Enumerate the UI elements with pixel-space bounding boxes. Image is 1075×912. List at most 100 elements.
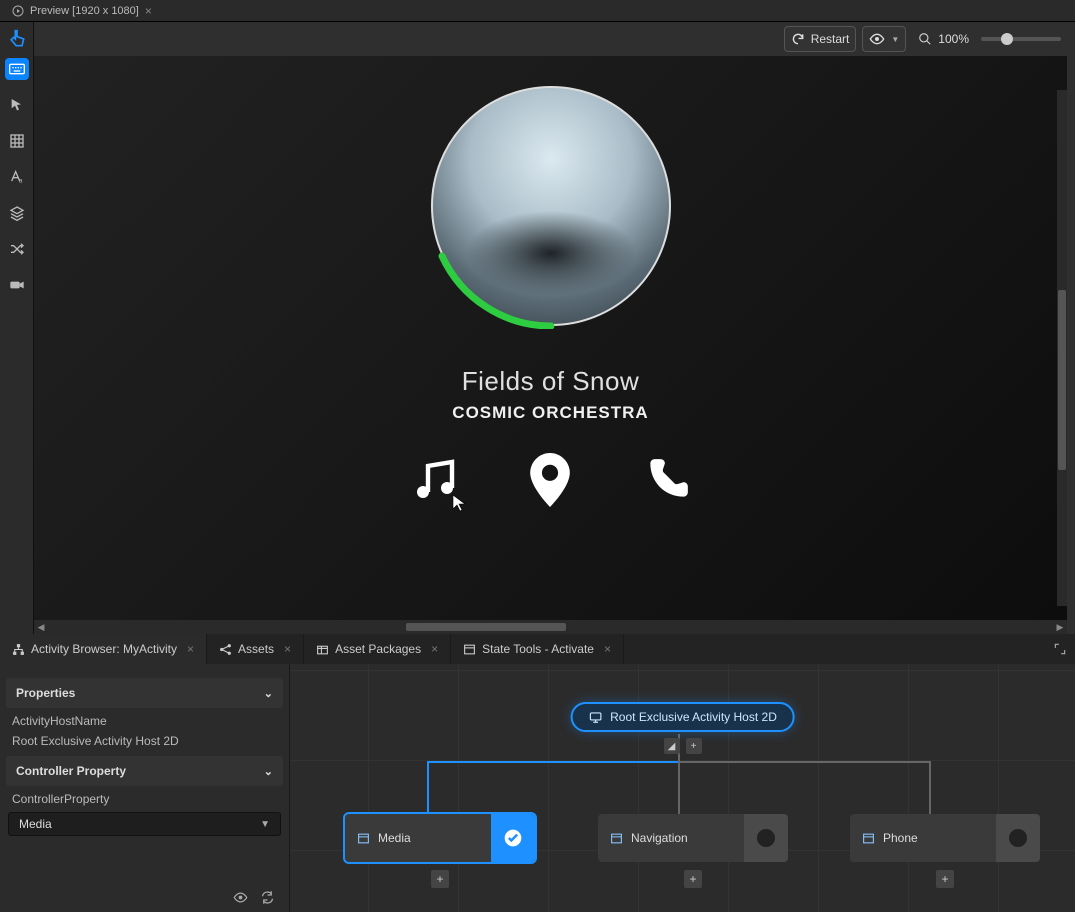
hostname-label: ActivityHostName (0, 708, 289, 728)
track-artist: COSMIC ORCHESTRA (452, 403, 648, 423)
activity-graph[interactable]: Root Exclusive Activity Host 2D ◢ + Medi… (290, 664, 1075, 912)
root-node[interactable]: Root Exclusive Activity Host 2D (570, 702, 795, 732)
svg-text:a: a (19, 178, 23, 184)
phone-icon[interactable] (642, 455, 692, 508)
window-icon (357, 832, 370, 845)
tab-assets[interactable]: Assets × (207, 634, 304, 664)
restart-button[interactable]: Restart (784, 26, 857, 52)
close-icon[interactable]: × (187, 642, 194, 656)
tab-label: State Tools - Activate (482, 642, 594, 656)
properties-header[interactable]: Properties ⌄ (6, 678, 283, 708)
collapse-handle[interactable]: ◢ (664, 738, 680, 754)
graph-node-media[interactable]: Media (345, 814, 535, 862)
properties-title: Properties (16, 686, 75, 700)
music-icon[interactable] (410, 456, 458, 507)
add-handle[interactable]: + (686, 738, 702, 754)
close-icon[interactable]: × (145, 4, 152, 18)
tab-activity-browser[interactable]: Activity Browser: MyActivity × (0, 634, 207, 664)
tab-state-tools[interactable]: State Tools - Activate × (451, 634, 624, 664)
horizontal-scrollbar[interactable]: ◀ ▶ (34, 620, 1067, 634)
node-status (996, 814, 1040, 862)
hostname-value: Root Exclusive Activity Host 2D (0, 728, 289, 748)
touch-tool-icon[interactable] (6, 28, 28, 50)
restart-label: Restart (811, 32, 850, 46)
zoom-value: 100% (938, 32, 969, 46)
controller-label: ControllerProperty (0, 786, 289, 806)
bottom-tab-bar: Activity Browser: MyActivity × Assets × … (0, 634, 1075, 664)
tree-icon (12, 643, 25, 656)
zoom-icon[interactable] (918, 32, 932, 46)
preview-tab[interactable]: Preview [1920 x 1080] × (4, 2, 160, 20)
visibility-button[interactable]: ▼ (862, 26, 906, 52)
controller-property-title: Controller Property (16, 764, 126, 778)
window-icon (463, 643, 476, 656)
expand-panel-icon[interactable] (1045, 634, 1075, 664)
controller-value: Media (19, 817, 52, 831)
sync-icon[interactable] (260, 890, 275, 905)
location-icon[interactable] (528, 453, 572, 510)
window-icon (610, 832, 623, 845)
node-status (491, 814, 535, 862)
zoom-slider[interactable] (981, 37, 1061, 41)
node-status (744, 814, 788, 862)
close-icon[interactable]: × (284, 642, 291, 656)
preview-tab-label: Preview [1920 x 1080] (30, 5, 139, 17)
refresh-icon (791, 32, 805, 46)
graph-node-phone[interactable]: Phone (850, 814, 1040, 862)
add-child-phone[interactable]: + (936, 870, 954, 888)
eye-icon[interactable] (233, 890, 248, 905)
grid-tool-icon[interactable] (6, 130, 28, 152)
chevron-down-icon: ⌄ (264, 687, 273, 700)
preview-toolbar: Restart ▼ 100% (34, 22, 1075, 56)
close-icon[interactable]: × (431, 642, 438, 656)
eye-icon (869, 31, 885, 47)
share-icon (219, 643, 232, 656)
graph-node-navigation[interactable]: Navigation (598, 814, 788, 862)
controller-value-select[interactable]: Media ▼ (8, 812, 281, 836)
zoom-slider-knob[interactable] (1001, 33, 1013, 45)
layers-tool-icon[interactable] (6, 202, 28, 224)
root-node-label: Root Exclusive Activity Host 2D (610, 710, 777, 724)
text-tool-icon[interactable]: a (6, 166, 28, 188)
chevron-down-icon: ▼ (260, 819, 270, 830)
controller-property-header[interactable]: Controller Property ⌄ (6, 756, 283, 786)
bottom-body: Properties ⌄ ActivityHostName Root Exclu… (0, 664, 1075, 912)
chevron-down-icon: ⌄ (264, 765, 273, 778)
add-child-media[interactable]: + (431, 870, 449, 888)
node-label: Phone (883, 831, 918, 845)
close-icon[interactable]: × (604, 642, 611, 656)
tab-strip: Preview [1920 x 1080] × (0, 0, 1075, 22)
canvas-content: Fields of Snow COSMIC ORCHESTRA (34, 56, 1067, 620)
root-handles: ◢ + (664, 738, 702, 754)
host-icon (588, 710, 602, 724)
window-icon (862, 832, 875, 845)
properties-footer (0, 882, 289, 912)
preview-canvas[interactable]: Fields of Snow COSMIC ORCHESTRA (34, 56, 1067, 620)
node-label: Media (378, 831, 411, 845)
camera-tool-icon[interactable] (6, 274, 28, 296)
tab-label: Assets (238, 642, 274, 656)
scroll-left-icon[interactable]: ◀ (34, 620, 48, 634)
scroll-right-icon[interactable]: ▶ (1053, 620, 1067, 634)
bottom-panel: Activity Browser: MyActivity × Assets × … (0, 634, 1075, 912)
preview-panel: Restart ▼ 100% (34, 22, 1075, 634)
check-circle-icon (503, 828, 523, 848)
add-child-navigation[interactable]: + (684, 870, 702, 888)
node-label: Navigation (631, 831, 688, 845)
tab-label: Asset Packages (335, 642, 421, 656)
scrollbar-thumb[interactable] (406, 623, 566, 631)
tab-asset-packages[interactable]: Asset Packages × (304, 634, 451, 664)
cursor-icon (452, 494, 466, 512)
shuffle-tool-icon[interactable] (6, 238, 28, 260)
left-tool-rail: a (0, 22, 34, 634)
keyboard-tool-icon[interactable] (5, 58, 29, 80)
chevron-down-icon: ▼ (891, 35, 899, 44)
track-title: Fields of Snow (462, 366, 640, 397)
play-circle-icon (12, 5, 24, 17)
tab-label: Activity Browser: MyActivity (31, 642, 177, 656)
package-icon (316, 643, 329, 656)
properties-panel: Properties ⌄ ActivityHostName Root Exclu… (0, 664, 290, 912)
album-art (431, 86, 671, 326)
pointer-tool-icon[interactable] (6, 94, 28, 116)
main-row: a Restart ▼ 100% (0, 22, 1075, 634)
